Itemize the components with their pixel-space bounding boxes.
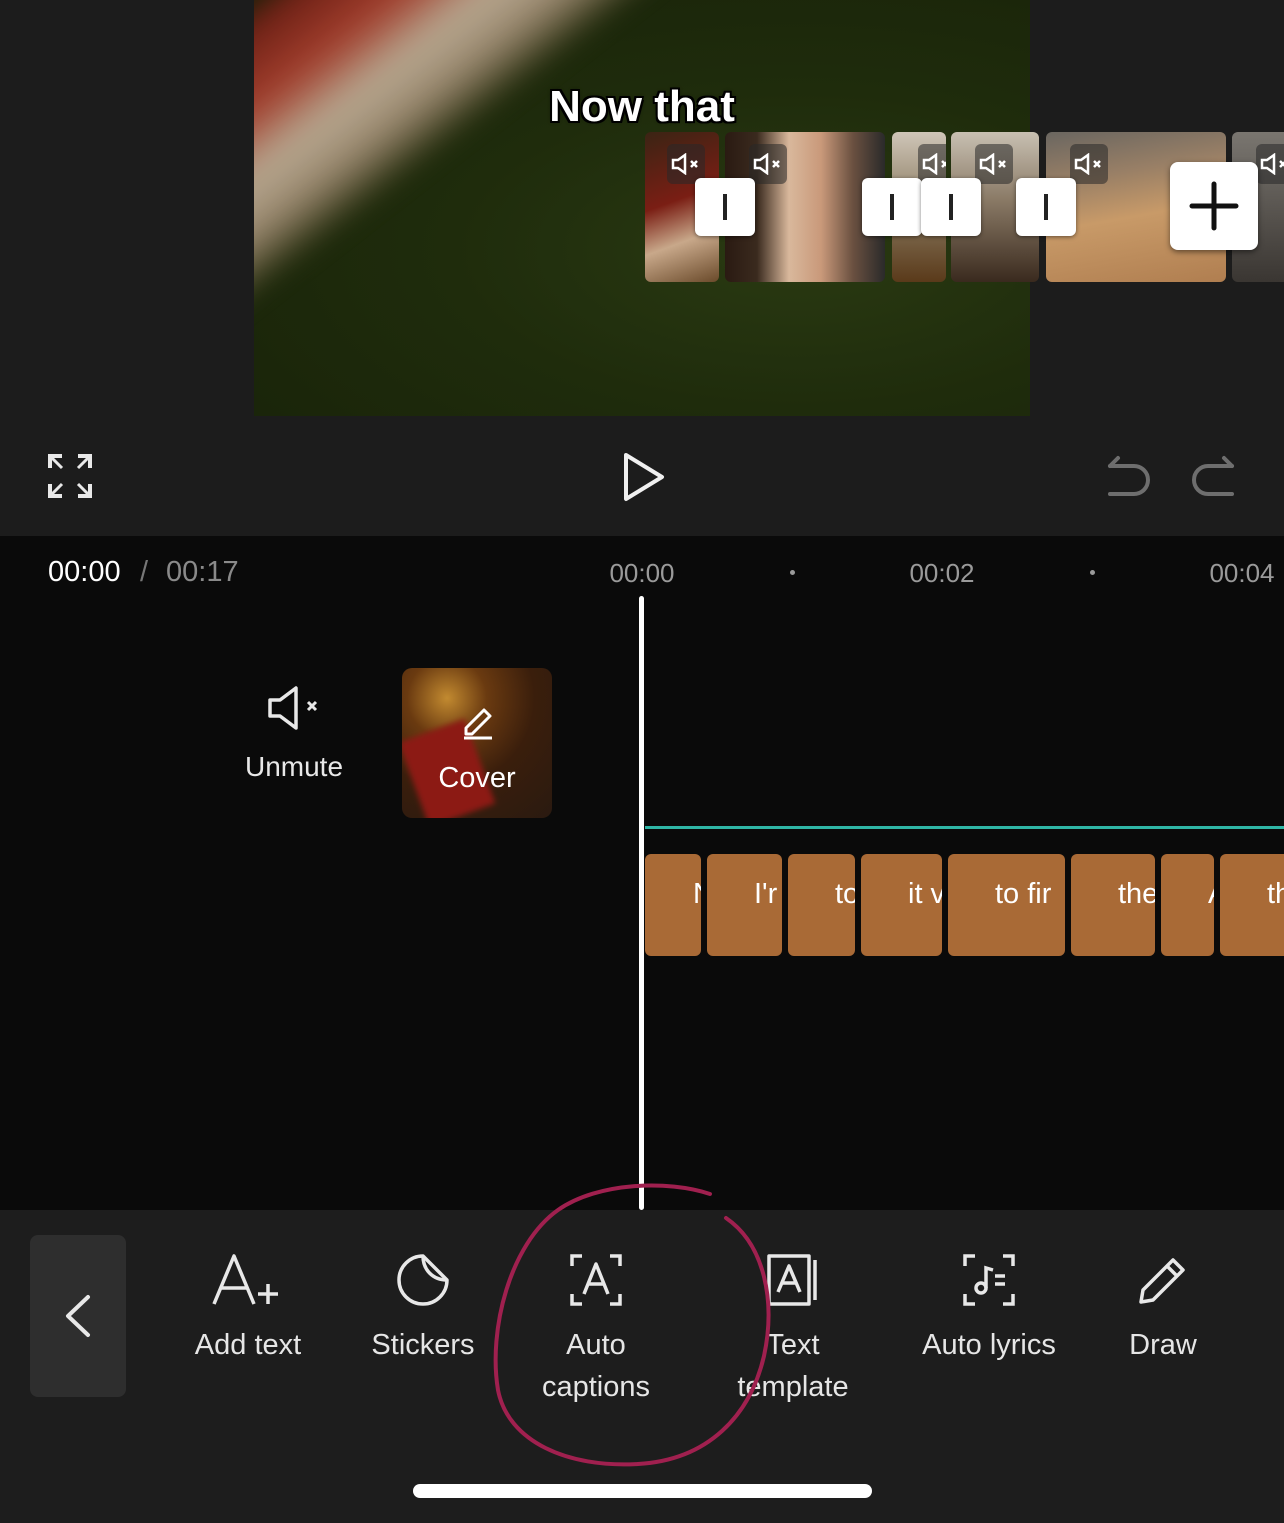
auto-lyrics-icon [963, 1254, 1015, 1306]
highlight-annotation [493, 1183, 771, 1467]
add-text-button[interactable]: Add text [163, 1250, 333, 1366]
playhead[interactable] [639, 596, 644, 1210]
caption-segment[interactable]: to fir [948, 854, 1065, 956]
stickers-button[interactable]: Stickers [338, 1250, 508, 1366]
plus-icon [1189, 181, 1239, 231]
pencil-icon [464, 708, 492, 740]
redo-button[interactable] [1190, 450, 1242, 502]
muted-icon [1256, 144, 1284, 184]
transition-button[interactable] [921, 178, 981, 236]
caption-segment[interactable]: I'r [707, 854, 782, 956]
caption-segment[interactable]: it v [861, 854, 942, 956]
muted-icon [1070, 144, 1108, 184]
muted-icon [749, 144, 787, 184]
add-text-icon [212, 1254, 278, 1305]
unmute-button[interactable]: Unmute [228, 684, 360, 804]
transition-button[interactable] [862, 178, 922, 236]
unmute-label: Unmute [244, 751, 344, 782]
transition-button[interactable] [1016, 178, 1076, 236]
caption-track[interactable]: N I'r to it v to fir the A th [645, 854, 1284, 956]
tool-label: Draw [1129, 1329, 1197, 1361]
fullscreen-icon[interactable] [44, 450, 96, 502]
tool-label: Add text [194, 1329, 302, 1361]
back-button[interactable] [30, 1235, 126, 1397]
speaker-muted-icon [268, 686, 318, 730]
time-tick-dot [790, 570, 795, 575]
current-time: 00:00 [48, 556, 121, 588]
time-tick-label: 00:04 [1209, 558, 1275, 588]
transition-button[interactable] [695, 178, 755, 236]
add-clip-button[interactable] [1170, 162, 1258, 250]
caption-segment[interactable]: to [788, 854, 855, 956]
time-separator: / [140, 556, 149, 588]
caption-segment[interactable]: the [1071, 854, 1155, 956]
sticker-icon [397, 1254, 449, 1306]
caption-segment[interactable]: N [645, 854, 701, 956]
tool-label: Stickers [371, 1329, 475, 1361]
cover-button[interactable]: Cover [402, 668, 552, 818]
time-tick-label: 00:02 [909, 558, 975, 588]
undo-button[interactable] [1100, 450, 1152, 502]
caption-segment[interactable]: A [1161, 854, 1214, 956]
draw-button[interactable]: Draw [1078, 1250, 1248, 1366]
play-button[interactable] [612, 447, 672, 507]
caption-segment[interactable]: th [1220, 854, 1284, 956]
total-duration: 00:17 [166, 556, 239, 588]
tool-label: Auto lyrics [922, 1329, 1056, 1361]
chevron-left-icon [66, 1295, 90, 1337]
caption-overlay-text[interactable]: Now that [254, 82, 1030, 132]
time-tick-dot [1090, 570, 1095, 575]
cover-label: Cover [438, 762, 516, 794]
auto-lyrics-button[interactable]: Auto lyrics [904, 1250, 1074, 1366]
home-indicator [413, 1484, 872, 1498]
muted-icon [975, 144, 1013, 184]
audio-track-line [645, 826, 1284, 829]
video-clip-track[interactable] [645, 132, 1284, 282]
pencil-icon [1139, 1258, 1185, 1304]
time-tick-label: 00:00 [609, 558, 675, 588]
